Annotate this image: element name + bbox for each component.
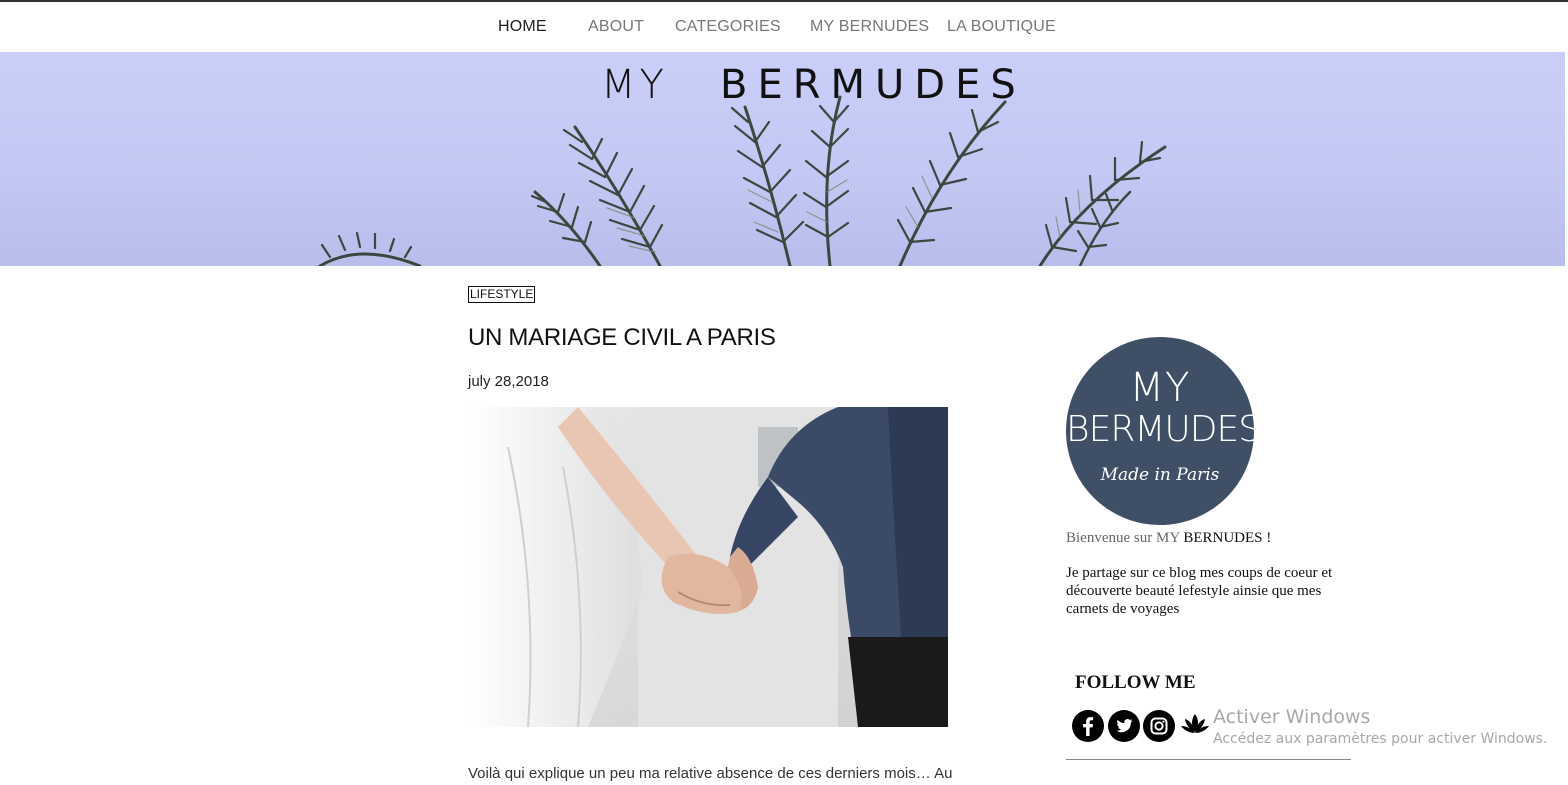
welcome-text: Bienvenue sur MY BERNUDES ! xyxy=(1066,530,1271,547)
windows-activation-title: Activer Windows xyxy=(1213,706,1371,728)
nav-categories[interactable]: CATEGORIES xyxy=(675,18,781,36)
hero-title-bermudes: BERMUDES xyxy=(720,62,1026,108)
nav-la-boutique[interactable]: LA BOUTIQUE xyxy=(947,18,1056,36)
instagram-icon[interactable] xyxy=(1143,710,1175,742)
hero-title-my: MY xyxy=(601,62,668,108)
nav-about[interactable]: ABOUT xyxy=(588,18,644,36)
about-blurb: Je partage sur ce blog mes coups de coeu… xyxy=(1066,565,1333,617)
nav-my-bernudes[interactable]: MY BERNUDES xyxy=(810,18,929,36)
post-title[interactable]: UN MARIAGE CIVIL A PARIS xyxy=(468,324,776,352)
lotus-icon[interactable] xyxy=(1179,710,1211,742)
facebook-icon[interactable] xyxy=(1072,710,1104,742)
follow-me-heading: FOLLOW ME xyxy=(1075,672,1196,693)
post-image[interactable] xyxy=(468,407,948,727)
sidebar-divider xyxy=(1066,759,1351,760)
holding-hands-photo xyxy=(468,407,948,727)
main-nav: HOME ABOUT CATEGORIES MY BERNUDES LA BOU… xyxy=(0,2,1568,52)
logo-line-bermudes: BERMUDES xyxy=(1066,409,1261,450)
windows-activation-subtitle: Accédez aux paramètres pour activer Wind… xyxy=(1213,731,1548,747)
welcome-blog-name: BERNUDES ! xyxy=(1183,530,1272,546)
welcome-prefix: Bienvenue sur MY xyxy=(1066,530,1180,546)
logo-tagline: Made in Paris xyxy=(1100,465,1220,485)
post-excerpt: Voilà qui explique un peu ma relative ab… xyxy=(468,765,953,782)
hero-banner: MY BERMUDES xyxy=(0,52,1565,266)
logo-line-my: MY xyxy=(1129,365,1191,411)
post-date: july 28,2018 xyxy=(468,373,549,390)
blog-logo[interactable]: MY BERMUDES Made in Paris xyxy=(1066,337,1261,525)
nav-home[interactable]: HOME xyxy=(498,18,547,36)
category-tag[interactable]: LIFESTYLE xyxy=(468,286,536,303)
twitter-icon[interactable] xyxy=(1108,710,1140,742)
